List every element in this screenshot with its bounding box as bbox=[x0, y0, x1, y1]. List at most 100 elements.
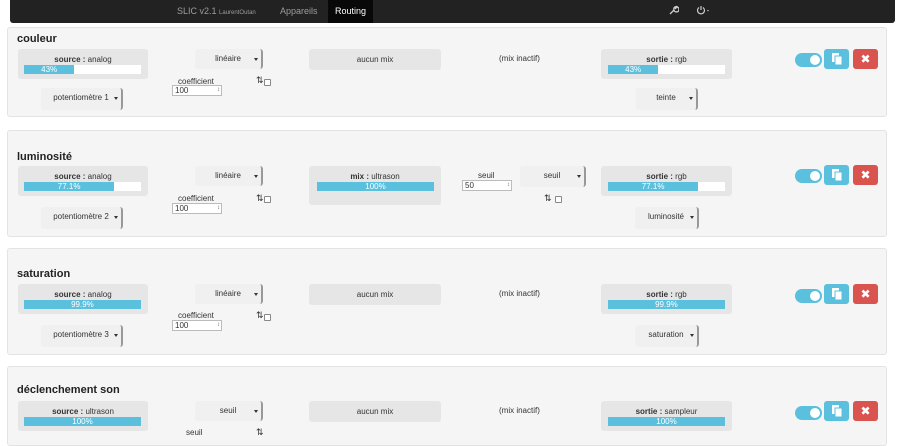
source-box: source : ultrason 100% bbox=[18, 401, 148, 431]
invert-checkbox[interactable] bbox=[264, 196, 271, 203]
source-progress: 77.1% bbox=[24, 182, 141, 191]
enable-toggle[interactable] bbox=[795, 289, 822, 303]
route-title: luminosité bbox=[17, 151, 73, 163]
sortie-progress: 99.9% bbox=[608, 300, 725, 309]
source-label: source : bbox=[54, 172, 86, 181]
source-box: source : analog 43% bbox=[18, 49, 148, 79]
sortie-type: sampleur bbox=[664, 407, 698, 416]
invert-checkbox[interactable] bbox=[264, 314, 271, 321]
route-title: saturation bbox=[17, 268, 71, 280]
seuil-invert-checkbox[interactable] bbox=[555, 196, 562, 203]
sortie-progress-fill: 100% bbox=[608, 417, 725, 426]
sortie-box: sortie : sampleur 100% bbox=[601, 401, 732, 431]
route-panel: luminosité source : analog 77.1% potenti… bbox=[7, 130, 887, 237]
source-type: analog bbox=[87, 290, 112, 299]
source-progress-fill: 99.9% bbox=[24, 300, 141, 309]
enable-toggle[interactable] bbox=[795, 53, 822, 67]
sortie-type: rgb bbox=[675, 55, 687, 64]
source-type: analog bbox=[87, 55, 112, 64]
wrench-icon[interactable] bbox=[669, 5, 680, 18]
mix-box: aucun mix bbox=[309, 284, 441, 305]
enable-toggle[interactable] bbox=[795, 406, 822, 420]
sort-icon: ⇅ bbox=[256, 75, 264, 85]
output-select[interactable]: saturation bbox=[635, 325, 699, 347]
source-label: source : bbox=[54, 55, 86, 64]
mix-label: mix : bbox=[350, 172, 369, 181]
source-box: source : analog 99.9% bbox=[18, 284, 148, 314]
copy-button[interactable] bbox=[824, 49, 849, 69]
sortie-label: sortie : bbox=[646, 290, 673, 299]
sortie-box: sortie : rgb 43% bbox=[601, 49, 732, 79]
sortie-progress: 100% bbox=[608, 417, 725, 426]
sortie-progress: 43% bbox=[608, 65, 725, 74]
sort-icon: ⇅ bbox=[544, 193, 552, 203]
mix-status: (mix inactif) bbox=[499, 289, 540, 298]
mix-box: mix : ultrason 100% bbox=[309, 166, 441, 205]
copy-button[interactable] bbox=[824, 401, 849, 421]
sortie-label: sortie : bbox=[635, 407, 663, 416]
mode-select[interactable]: linéaire bbox=[195, 49, 263, 69]
mix-progress-fill: 100% bbox=[317, 182, 434, 191]
mix-box: aucun mix bbox=[309, 401, 441, 422]
close-icon: ✖ bbox=[860, 287, 871, 301]
copy-button[interactable] bbox=[824, 284, 849, 304]
source-progress-fill: 77.1% bbox=[24, 182, 115, 191]
mode-select[interactable]: linéaire bbox=[195, 284, 263, 304]
route-title: couleur bbox=[17, 33, 57, 45]
route-title: déclenchement son bbox=[17, 384, 120, 396]
delete-button[interactable]: ✖ bbox=[853, 401, 878, 421]
source-progress: 43% bbox=[24, 65, 141, 74]
copy-button[interactable] bbox=[824, 165, 849, 185]
sortie-label: sortie : bbox=[646, 55, 673, 64]
sort-icon: ⇅ bbox=[256, 310, 264, 320]
close-icon: ✖ bbox=[860, 404, 871, 418]
mix-status: (mix inactif) bbox=[499, 406, 540, 415]
seuil-label: seuil bbox=[478, 171, 495, 180]
sortie-type: rgb bbox=[675, 290, 687, 299]
nav-routing[interactable]: Routing bbox=[328, 0, 374, 23]
input-select[interactable]: potentiomètre 1 bbox=[41, 88, 123, 110]
seuil-input[interactable]: 50 bbox=[462, 180, 512, 191]
nav-appareils[interactable]: Appareils bbox=[273, 0, 325, 23]
sortie-box: sortie : rgb 77.1% bbox=[601, 166, 732, 196]
brand[interactable]: SLIC v2.1 LaurentOutan bbox=[177, 6, 256, 16]
source-progress: 99.9% bbox=[24, 300, 141, 309]
source-progress-fill: 100% bbox=[24, 417, 141, 426]
brand-user: LaurentOutan bbox=[219, 10, 256, 16]
source-label: source : bbox=[52, 407, 84, 416]
seuil-select[interactable]: seuil bbox=[520, 166, 586, 187]
enable-toggle[interactable] bbox=[795, 169, 822, 183]
coef-input[interactable]: 100 bbox=[172, 203, 222, 214]
source-progress-fill: 43% bbox=[24, 65, 75, 74]
coef-input[interactable]: 100 bbox=[172, 85, 222, 96]
route-panel: couleur source : analog 43% potentiomètr… bbox=[7, 27, 887, 117]
source-label: source : bbox=[54, 290, 86, 299]
invert-checkbox[interactable] bbox=[264, 79, 271, 86]
input-select[interactable]: potentiomètre 3 bbox=[41, 325, 123, 347]
sortie-progress-fill: 99.9% bbox=[608, 300, 725, 309]
source-progress: 100% bbox=[24, 417, 141, 426]
navbar: SLIC v2.1 LaurentOutan Appareils Routing bbox=[10, 0, 895, 23]
power-icon[interactable] bbox=[696, 5, 712, 18]
delete-button[interactable]: ✖ bbox=[853, 284, 878, 304]
route-panel: saturation source : analog 99.9% potenti… bbox=[7, 248, 887, 355]
input-select[interactable]: potentiomètre 2 bbox=[41, 207, 123, 229]
copy-icon bbox=[832, 169, 843, 182]
mode-select[interactable]: seuil bbox=[195, 401, 263, 421]
delete-button[interactable]: ✖ bbox=[853, 165, 878, 185]
sortie-progress-fill: 43% bbox=[608, 65, 659, 74]
delete-button[interactable]: ✖ bbox=[853, 49, 878, 69]
sort-icon: ⇅ bbox=[256, 193, 264, 203]
mode-select[interactable]: linéaire bbox=[195, 166, 263, 186]
route-panel: déclenchement son source : ultrason 100%… bbox=[7, 366, 887, 446]
output-select[interactable]: teinte bbox=[636, 88, 698, 110]
source-type: analog bbox=[87, 172, 112, 181]
coef-label: coefficient bbox=[178, 311, 214, 320]
coef-input[interactable]: 100 bbox=[172, 320, 222, 331]
brand-name: SLIC v2.1 bbox=[177, 6, 217, 16]
mix-type: ultrason bbox=[371, 172, 400, 181]
source-type: ultrason bbox=[85, 407, 114, 416]
sortie-box: sortie : rgb 99.9% bbox=[601, 284, 732, 314]
copy-icon bbox=[832, 288, 843, 301]
output-select[interactable]: luminosité bbox=[635, 207, 699, 229]
